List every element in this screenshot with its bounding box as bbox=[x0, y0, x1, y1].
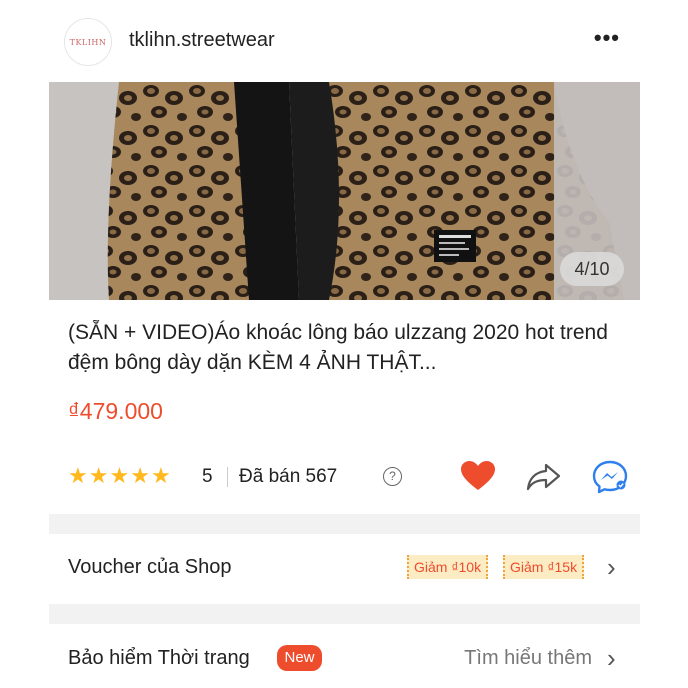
heart-icon[interactable] bbox=[460, 460, 496, 492]
help-icon[interactable]: ? bbox=[383, 467, 402, 486]
rating-row: ★ ★ ★ ★ ★ 5 Đã bán 567 ? bbox=[68, 458, 628, 494]
star-icon: ★ bbox=[68, 463, 88, 488]
section-divider bbox=[49, 514, 640, 534]
more-options-icon[interactable]: ••• bbox=[594, 27, 620, 49]
new-badge: New bbox=[277, 645, 322, 671]
section-divider bbox=[49, 604, 640, 624]
star-rating[interactable]: ★ ★ ★ ★ ★ bbox=[68, 463, 171, 489]
shop-logo-text: TKLIHN bbox=[69, 37, 107, 47]
divider bbox=[227, 467, 228, 487]
learn-more-link[interactable]: Tìm hiểu thêm bbox=[464, 647, 592, 670]
image-counter: 4/10 bbox=[560, 252, 624, 286]
rating-value: 5 bbox=[202, 466, 213, 487]
star-icon: ★ bbox=[130, 463, 150, 488]
shop-avatar[interactable]: TKLIHN bbox=[64, 18, 112, 66]
messenger-icon[interactable] bbox=[591, 459, 629, 495]
star-icon: ★ bbox=[88, 463, 109, 488]
chevron-right-icon[interactable]: › bbox=[607, 645, 616, 671]
product-price: ₫479.000 bbox=[68, 398, 163, 424]
voucher-chip[interactable]: Giảm ₫10k bbox=[407, 555, 489, 579]
shop-name[interactable]: tklihn.streetwear bbox=[129, 29, 275, 52]
voucher-chip[interactable]: Giảm ₫15k bbox=[503, 555, 585, 579]
leopard-jacket-photo bbox=[49, 82, 640, 300]
shop-header: TKLIHN tklihn.streetwear ••• bbox=[49, 0, 640, 82]
star-icon: ★ bbox=[150, 463, 171, 488]
chevron-right-icon[interactable]: › bbox=[607, 554, 616, 580]
voucher-label: Voucher của Shop bbox=[68, 556, 232, 578]
sold-count: Đã bán 567 bbox=[239, 466, 338, 487]
product-card: TKLIHN tklihn.streetwear ••• 4/10 (SẴN +… bbox=[49, 0, 640, 688]
product-title: (SẴN + VIDEO)Áo khoác lông báo ulzzang 2… bbox=[68, 321, 608, 374]
star-icon: ★ bbox=[109, 463, 130, 488]
product-image[interactable]: 4/10 bbox=[49, 82, 640, 300]
insurance-label: Bảo hiểm Thời trang bbox=[68, 647, 250, 669]
share-icon[interactable] bbox=[526, 461, 562, 491]
